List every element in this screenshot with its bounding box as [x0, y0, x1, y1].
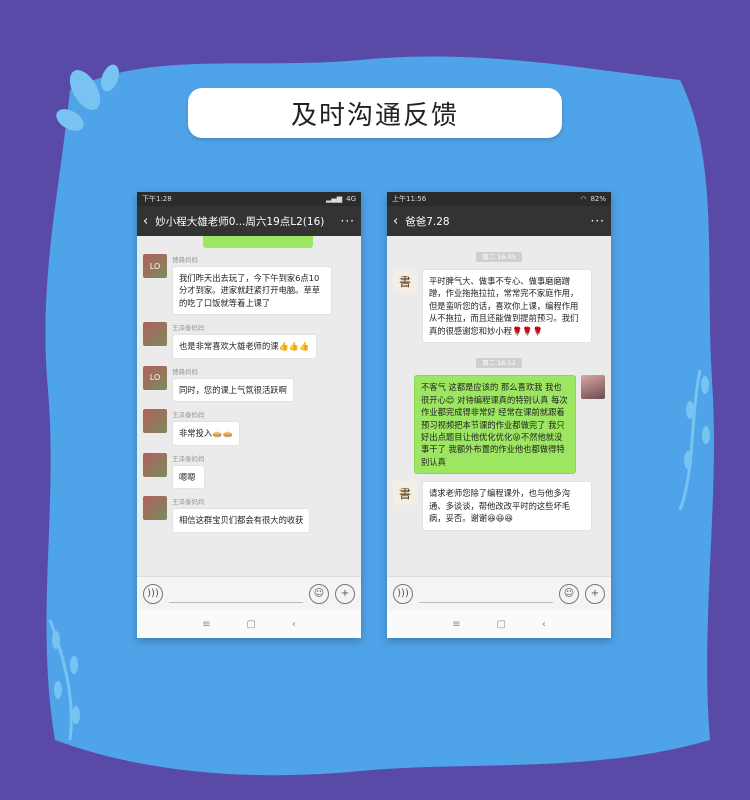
avatar[interactable] — [143, 409, 167, 434]
sender-nick: 王泽泰妈妈 — [172, 498, 205, 507]
wifi-icon: ◠ — [580, 195, 587, 203]
chat-input-bar: ))) ☺ + — [387, 576, 611, 610]
chevron-left-icon[interactable]: ‹ — [393, 214, 398, 229]
back-icon[interactable]: ‹ — [292, 619, 296, 630]
message-bubble: 非常投入🥧🥧 — [172, 421, 240, 446]
message-input[interactable] — [169, 585, 303, 603]
chevron-left-icon[interactable]: ‹ — [143, 214, 148, 229]
message-bubble: 不客气 这都是应该的 那么喜欢我 我也很开心😊 对待编程课真的特别认真 每次作业… — [414, 375, 576, 475]
emoji-icon[interactable]: ☺ — [309, 583, 329, 604]
home-icon[interactable]: ▢ — [246, 619, 255, 630]
chat-header: ‹ 妙小程大雄老师0...周六19点L2(16) ··· — [137, 206, 361, 236]
sender-nick: 博晨妈妈 — [172, 256, 198, 264]
plus-icon[interactable]: + — [585, 583, 605, 604]
voice-icon[interactable]: ))) — [393, 583, 413, 604]
avatar[interactable] — [581, 375, 605, 400]
home-icon[interactable]: ▢ — [496, 619, 505, 630]
status-battery: 82% — [590, 195, 606, 203]
status-bar: 上午11:56 ◠ 82% — [387, 192, 611, 206]
message-bubble: 也是非常喜欢大雄老师的课👍👍👍 — [172, 334, 317, 359]
avatar[interactable]: LO — [143, 365, 167, 390]
status-time: 上午11:56 — [392, 195, 427, 203]
status-bar: 下午1:28 ▂▄▆ 4G — [137, 192, 361, 206]
list-item: 書 请求老师您除了编程课外，也与他多沟通、多谈谈，帮他改改平时的这些坏毛病，妥否… — [393, 481, 605, 531]
system-nav-bar: ≡ ▢ ‹ — [387, 610, 611, 638]
more-dots-icon[interactable]: ··· — [341, 214, 355, 228]
sender-nick: 王泽泰妈妈 — [172, 411, 205, 420]
previous-message-peek — [203, 236, 313, 248]
right-phone-screenshot: 上午11:56 ◠ 82% ‹ 爸爸7.28 ··· 周二 16:45 書 平时脾… — [387, 192, 611, 638]
emoji-icon[interactable]: ☺ — [559, 583, 579, 604]
menu-icon[interactable]: ≡ — [202, 619, 210, 630]
list-item: 書 平时脾气大、做事不专心、做事磨磨蹭蹭，作业拖拖拉拉，常常完不家庭作用，但是蛮… — [393, 269, 605, 344]
chat-title: 爸爸7.28 — [405, 215, 450, 228]
sender-nick: 王泽泰妈妈 — [172, 454, 205, 463]
avatar[interactable] — [143, 452, 167, 477]
message-bubble: 相信这群宝贝们都会有很大的收获 — [172, 508, 311, 533]
avatar[interactable]: 書 — [393, 481, 417, 506]
message-input[interactable] — [419, 585, 553, 603]
list-item: LO 博晨妈妈 我们昨天出去玩了，今下午到家6点10分才到家。进家就赶紧打开电脑… — [143, 254, 355, 316]
list-item: 王泽泰妈妈 也是非常喜欢大雄老师的课👍👍👍 — [143, 322, 355, 359]
chat-area[interactable]: 周二 16:45 書 平时脾气大、做事不专心、做事磨磨蹭蹭，作业拖拖拉拉，常常完… — [387, 236, 611, 576]
status-time: 下午1:28 — [142, 195, 172, 203]
message-bubble: 请求老师您除了编程课外，也与他多沟通、多谈谈，帮他改改平时的这些坏毛病，妥否。谢… — [422, 481, 592, 531]
avatar[interactable]: LO — [143, 254, 167, 278]
system-nav-bar: ≡ ▢ ‹ — [137, 610, 361, 638]
sender-nick: 博晨妈妈 — [172, 367, 198, 376]
status-network: 4G — [346, 195, 356, 203]
voice-icon[interactable]: ))) — [143, 583, 163, 604]
avatar[interactable] — [143, 496, 167, 521]
list-item: 王泽泰妈妈 非常投入🥧🥧 — [143, 409, 355, 446]
chat-title: 妙小程大雄老师0...周六19点L2(16) — [155, 215, 325, 228]
blue-background-blob — [45, 56, 714, 776]
plus-icon[interactable]: + — [335, 583, 355, 604]
avatar[interactable] — [143, 322, 167, 347]
signal-icon: ▂▄▆ — [325, 195, 343, 203]
left-phone-screenshot: 下午1:28 ▂▄▆ 4G ‹ 妙小程大雄老师0...周六19点L2(16) ··… — [137, 192, 361, 638]
sender-nick: 王泽泰妈妈 — [172, 324, 205, 333]
page-title: 及时沟通反馈 — [188, 88, 562, 138]
chat-input-bar: ))) ☺ + — [137, 576, 361, 610]
list-item: 王泽泰妈妈 嗯嗯 — [143, 452, 355, 490]
avatar[interactable]: 書 — [393, 269, 417, 293]
message-bubble: 嗯嗯 — [172, 464, 205, 490]
message-bubble: 同时，您的课上气氛很活跃啊 — [172, 377, 294, 403]
chat-header: ‹ 爸爸7.28 ··· — [387, 206, 611, 236]
message-bubble: 我们昨天出去玩了，今下午到家6点10分才到家。进家就赶紧打开电脑。草草的吃了口饭… — [172, 266, 332, 316]
more-dots-icon[interactable]: ··· — [591, 214, 605, 228]
list-item: 王泽泰妈妈 相信这群宝贝们都会有很大的收获 — [143, 496, 355, 533]
back-icon[interactable]: ‹ — [542, 619, 546, 630]
menu-icon[interactable]: ≡ — [452, 619, 460, 630]
list-item: 不客气 这都是应该的 那么喜欢我 我也很开心😊 对待编程课真的特别认真 每次作业… — [393, 375, 605, 475]
chat-area[interactable]: LO 博晨妈妈 我们昨天出去玩了，今下午到家6点10分才到家。进家就赶紧打开电脑… — [137, 236, 361, 576]
message-bubble: 平时脾气大、做事不专心、做事磨磨蹭蹭，作业拖拖拉拉，常常完不家庭作用，但是蛮听您… — [422, 269, 592, 344]
timestamp: 周二 16:52 — [393, 350, 605, 369]
timestamp: 周二 16:45 — [393, 244, 605, 263]
list-item: LO 博晨妈妈 同时，您的课上气氛很活跃啊 — [143, 365, 355, 403]
